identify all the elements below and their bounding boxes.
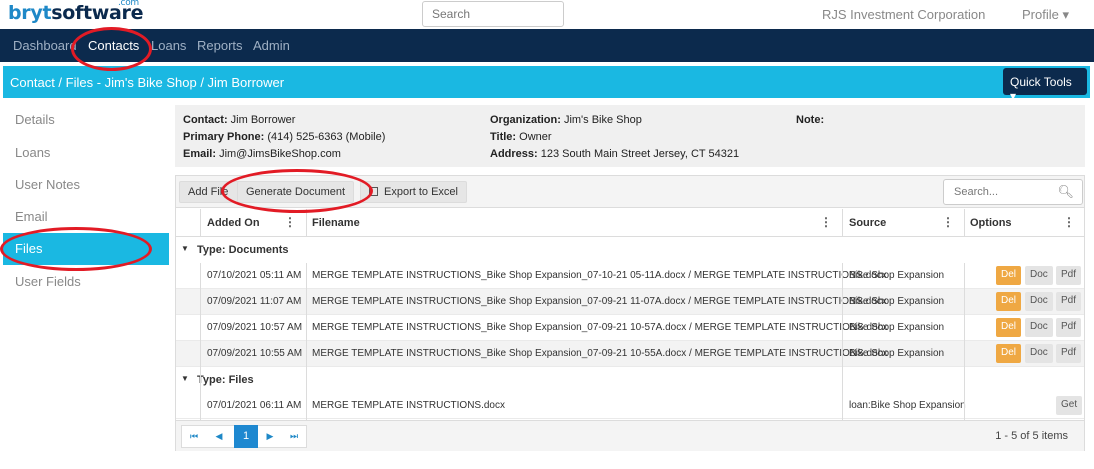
nav-contacts[interactable]: Contacts (88, 38, 139, 53)
doc-button[interactable]: Doc (1025, 266, 1053, 285)
main-nav: Dashboard Contacts Loans Reports Admin (0, 29, 1094, 62)
delete-button[interactable]: Del (996, 344, 1022, 363)
table-row[interactable]: 07/09/2021 10:57 AM MERGE TEMPLATE INSTR… (176, 315, 1084, 341)
breadcrumb: Contact / Files - Jim's Bike Shop / Jim … (10, 75, 285, 90)
global-search-input[interactable]: Search (422, 1, 564, 27)
group-header-files[interactable]: ▼ Type: Files (176, 367, 1084, 393)
top-bar: brytsoftware .com Search RJS Investment … (0, 0, 1094, 29)
page-1-button[interactable]: 1 (234, 425, 258, 448)
delete-button[interactable]: Del (996, 318, 1022, 337)
contact-email: Email: Jim@JimsBikeShop.com (183, 148, 341, 160)
search-icon[interactable]: 🔍︎ (1057, 184, 1074, 200)
organization-name: RJS Investment Corporation (822, 7, 986, 22)
sidebar-item-files[interactable]: Files (3, 233, 169, 265)
column-menu-icon[interactable]: ⋮ (820, 215, 832, 229)
grid-toolbar: Add File Generate Document Export to Exc… (176, 176, 1084, 208)
contact-organization: Organization: Jim's Bike Shop (490, 114, 642, 126)
grid-pager: ⏮ ◀ 1 ▶ ⏭ 1 - 5 of 5 items (176, 420, 1084, 451)
next-page-button[interactable]: ▶ (258, 425, 282, 448)
delete-button[interactable]: Del (996, 292, 1022, 311)
doc-button[interactable]: Doc (1025, 318, 1053, 337)
sidebar-item-loans[interactable]: Loans (15, 145, 50, 160)
nav-loans[interactable]: Loans (151, 38, 186, 53)
pdf-button[interactable]: Pdf (1056, 318, 1082, 337)
profile-menu[interactable]: Profile ▾ (1022, 7, 1069, 23)
pdf-button[interactable]: Pdf (1056, 266, 1082, 285)
contact-note: Note: (796, 114, 825, 126)
nav-admin[interactable]: Admin (253, 38, 290, 53)
grid-search-input[interactable]: Search... 🔍︎ (943, 179, 1083, 205)
table-row[interactable]: 07/09/2021 11:07 AM MERGE TEMPLATE INSTR… (176, 289, 1084, 315)
column-added-on[interactable]: Added On (207, 217, 260, 229)
excel-icon (369, 187, 378, 196)
table-row[interactable]: 07/10/2021 05:11 AM MERGE TEMPLATE INSTR… (176, 263, 1084, 289)
column-menu-icon[interactable]: ⋮ (1063, 215, 1075, 229)
table-row[interactable]: 07/09/2021 10:55 AM MERGE TEMPLATE INSTR… (176, 341, 1084, 367)
column-menu-icon[interactable]: ⋮ (284, 215, 296, 229)
sidebar-item-email[interactable]: Email (15, 209, 48, 224)
nav-dashboard[interactable]: Dashboard (13, 38, 77, 53)
sidebar-item-user-notes[interactable]: User Notes (15, 177, 80, 192)
add-file-button[interactable]: Add File (179, 181, 241, 203)
pdf-button[interactable]: Pdf (1056, 292, 1082, 311)
column-filename[interactable]: Filename (312, 217, 360, 229)
sidebar-item-user-fields[interactable]: User Fields (15, 274, 81, 289)
first-page-button[interactable]: ⏮ (182, 425, 206, 448)
table-row[interactable]: 07/01/2021 06:11 AM MERGE TEMPLATE INSTR… (176, 393, 1084, 419)
collapse-caret-icon[interactable]: ▼ (181, 374, 189, 383)
collapse-caret-icon[interactable]: ▼ (181, 244, 189, 253)
pdf-button[interactable]: Pdf (1056, 344, 1082, 363)
grid-header: Added On ⋮ Filename ⋮ Source ⋮ Options ⋮ (176, 209, 1084, 237)
get-button[interactable]: Get (1056, 396, 1083, 415)
export-excel-button[interactable]: Export to Excel (360, 181, 467, 203)
prev-page-button[interactable]: ◀ (207, 425, 231, 448)
nav-reports[interactable]: Reports (197, 38, 243, 53)
pager-info: 1 - 5 of 5 items (995, 430, 1068, 442)
column-source[interactable]: Source (849, 217, 886, 229)
contact-address: Address: 123 South Main Street Jersey, C… (490, 148, 740, 160)
group-header-documents[interactable]: ▼ Type: Documents (176, 237, 1084, 263)
doc-button[interactable]: Doc (1025, 344, 1053, 363)
doc-button[interactable]: Doc (1025, 292, 1053, 311)
contact-phone: Primary Phone: (414) 525-6363 (Mobile) (183, 131, 386, 143)
generate-document-button[interactable]: Generate Document (237, 181, 355, 203)
contact-title: Title: Owner (490, 131, 552, 143)
contact-summary: Contact: Jim Borrower Primary Phone: (41… (175, 105, 1085, 167)
quick-tools-button[interactable]: Quick Tools ▾ (1003, 68, 1087, 103)
last-page-button[interactable]: ⏭ (282, 425, 306, 448)
files-grid: Add File Generate Document Export to Exc… (175, 175, 1085, 451)
column-menu-icon[interactable]: ⋮ (942, 215, 954, 229)
sidebar-item-details[interactable]: Details (15, 112, 55, 127)
delete-button[interactable]: Del (996, 266, 1022, 285)
brand-logo[interactable]: brytsoftware .com (8, 0, 144, 24)
contact-name: Contact: Jim Borrower (183, 114, 296, 126)
breadcrumb-bar: Contact / Files - Jim's Bike Shop / Jim … (3, 66, 1090, 103)
column-options[interactable]: Options (970, 217, 1012, 229)
